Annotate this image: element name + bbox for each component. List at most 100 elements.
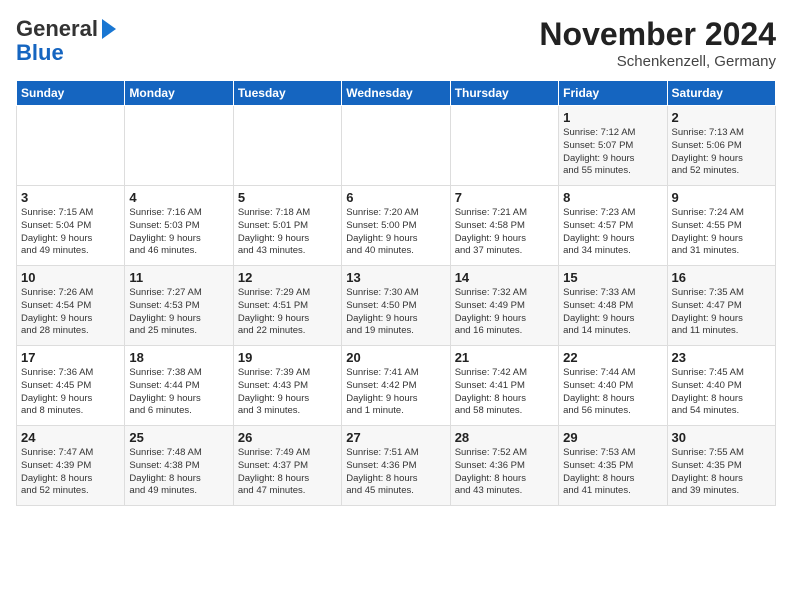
- day-info: Sunrise: 7:52 AM Sunset: 4:36 PM Dayligh…: [455, 447, 554, 498]
- calendar-cell: 20 Sunrise: 7:41 AM Sunset: 4:42 PM Dayli…: [342, 346, 450, 426]
- weekday-header-thursday: Thursday: [450, 81, 558, 106]
- calendar-title: November 2024: [539, 16, 776, 53]
- day-number: 11: [129, 270, 228, 285]
- week-row-3: 10Sunrise: 7:26 AM Sunset: 4:54 PM Dayli…: [17, 266, 776, 346]
- day-number: 14: [455, 270, 554, 285]
- calendar-cell: 19 Sunrise: 7:39 AM Sunset: 4:43 PM Dayli…: [233, 346, 341, 426]
- calendar-cell: 3Sunrise: 7:15 AM Sunset: 5:04 PM Daylig…: [17, 186, 125, 266]
- calendar-cell: 21 Sunrise: 7:42 AM Sunset: 4:41 PM Dayli…: [450, 346, 558, 426]
- calendar-cell: [450, 106, 558, 186]
- calendar-cell: [17, 106, 125, 186]
- calendar-cell: 2 Sunrise: 7:13 AM Sunset: 5:06 PM Daylig…: [667, 106, 775, 186]
- calendar-subtitle: Schenkenzell, Germany: [539, 53, 776, 70]
- calendar-cell: 6 Sunrise: 7:20 AM Sunset: 5:00 PM Daylig…: [342, 186, 450, 266]
- day-number: 12: [238, 270, 337, 285]
- day-number: 10: [21, 270, 120, 285]
- day-number: 16: [672, 270, 771, 285]
- day-info: Sunrise: 7:18 AM Sunset: 5:01 PM Dayligh…: [238, 207, 337, 258]
- day-number: 5: [238, 190, 337, 205]
- calendar-cell: 27 Sunrise: 7:51 AM Sunset: 4:36 PM Dayli…: [342, 426, 450, 506]
- calendar-cell: [233, 106, 341, 186]
- day-info: Sunrise: 7:15 AM Sunset: 5:04 PM Dayligh…: [21, 207, 120, 258]
- day-info: Sunrise: 7:42 AM Sunset: 4:41 PM Dayligh…: [455, 367, 554, 418]
- day-number: 29: [563, 430, 662, 445]
- day-number: 20: [346, 350, 445, 365]
- calendar-cell: 29 Sunrise: 7:53 AM Sunset: 4:35 PM Dayli…: [559, 426, 667, 506]
- title-block: November 2024 Schenkenzell, Germany: [539, 16, 776, 70]
- calendar-cell: 15Sunrise: 7:33 AM Sunset: 4:48 PM Dayli…: [559, 266, 667, 346]
- day-info: Sunrise: 7:21 AM Sunset: 4:58 PM Dayligh…: [455, 207, 554, 258]
- weekday-header-saturday: Saturday: [667, 81, 775, 106]
- logo: General Blue: [16, 16, 116, 64]
- day-info: Sunrise: 7:13 AM Sunset: 5:06 PM Dayligh…: [672, 127, 771, 178]
- weekday-header-row: SundayMondayTuesdayWednesdayThursdayFrid…: [17, 81, 776, 106]
- calendar-cell: 4 Sunrise: 7:16 AM Sunset: 5:03 PM Daylig…: [125, 186, 233, 266]
- day-number: 21: [455, 350, 554, 365]
- day-info: Sunrise: 7:53 AM Sunset: 4:35 PM Dayligh…: [563, 447, 662, 498]
- calendar-cell: 28 Sunrise: 7:52 AM Sunset: 4:36 PM Dayli…: [450, 426, 558, 506]
- day-number: 6: [346, 190, 445, 205]
- day-info: Sunrise: 7:16 AM Sunset: 5:03 PM Dayligh…: [129, 207, 228, 258]
- day-number: 25: [129, 430, 228, 445]
- day-number: 13: [346, 270, 445, 285]
- day-info: Sunrise: 7:29 AM Sunset: 4:51 PM Dayligh…: [238, 287, 337, 338]
- weekday-header-friday: Friday: [559, 81, 667, 106]
- day-info: Sunrise: 7:20 AM Sunset: 5:00 PM Dayligh…: [346, 207, 445, 258]
- day-info: Sunrise: 7:38 AM Sunset: 4:44 PM Dayligh…: [129, 367, 228, 418]
- weekday-header-sunday: Sunday: [17, 81, 125, 106]
- day-number: 2: [672, 110, 771, 125]
- week-row-1: 1Sunrise: 7:12 AM Sunset: 5:07 PM Daylig…: [17, 106, 776, 186]
- calendar-cell: 16 Sunrise: 7:35 AM Sunset: 4:47 PM Dayli…: [667, 266, 775, 346]
- calendar-body: 1Sunrise: 7:12 AM Sunset: 5:07 PM Daylig…: [17, 106, 776, 506]
- calendar-cell: 23 Sunrise: 7:45 AM Sunset: 4:40 PM Dayli…: [667, 346, 775, 426]
- logo-general: General: [16, 16, 98, 42]
- day-info: Sunrise: 7:48 AM Sunset: 4:38 PM Dayligh…: [129, 447, 228, 498]
- calendar-cell: 30 Sunrise: 7:55 AM Sunset: 4:35 PM Dayli…: [667, 426, 775, 506]
- day-number: 27: [346, 430, 445, 445]
- day-info: Sunrise: 7:41 AM Sunset: 4:42 PM Dayligh…: [346, 367, 445, 418]
- day-number: 22: [563, 350, 662, 365]
- day-info: Sunrise: 7:23 AM Sunset: 4:57 PM Dayligh…: [563, 207, 662, 258]
- day-info: Sunrise: 7:51 AM Sunset: 4:36 PM Dayligh…: [346, 447, 445, 498]
- calendar-cell: 9Sunrise: 7:24 AM Sunset: 4:55 PM Daylig…: [667, 186, 775, 266]
- day-number: 28: [455, 430, 554, 445]
- calendar-cell: [342, 106, 450, 186]
- calendar-cell: 22Sunrise: 7:44 AM Sunset: 4:40 PM Dayli…: [559, 346, 667, 426]
- calendar-table: SundayMondayTuesdayWednesdayThursdayFrid…: [16, 80, 776, 506]
- day-info: Sunrise: 7:55 AM Sunset: 4:35 PM Dayligh…: [672, 447, 771, 498]
- day-number: 9: [672, 190, 771, 205]
- day-number: 19: [238, 350, 337, 365]
- calendar-cell: 11 Sunrise: 7:27 AM Sunset: 4:53 PM Dayli…: [125, 266, 233, 346]
- calendar-cell: 17Sunrise: 7:36 AM Sunset: 4:45 PM Dayli…: [17, 346, 125, 426]
- day-number: 7: [455, 190, 554, 205]
- week-row-2: 3Sunrise: 7:15 AM Sunset: 5:04 PM Daylig…: [17, 186, 776, 266]
- week-row-5: 24Sunrise: 7:47 AM Sunset: 4:39 PM Dayli…: [17, 426, 776, 506]
- day-number: 23: [672, 350, 771, 365]
- page-header: General Blue November 2024 Schenkenzell,…: [16, 16, 776, 70]
- day-info: Sunrise: 7:39 AM Sunset: 4:43 PM Dayligh…: [238, 367, 337, 418]
- calendar-cell: 5 Sunrise: 7:18 AM Sunset: 5:01 PM Daylig…: [233, 186, 341, 266]
- calendar-cell: 18Sunrise: 7:38 AM Sunset: 4:44 PM Dayli…: [125, 346, 233, 426]
- weekday-header-wednesday: Wednesday: [342, 81, 450, 106]
- calendar-cell: 8 Sunrise: 7:23 AM Sunset: 4:57 PM Daylig…: [559, 186, 667, 266]
- calendar-cell: [125, 106, 233, 186]
- calendar-cell: 1Sunrise: 7:12 AM Sunset: 5:07 PM Daylig…: [559, 106, 667, 186]
- calendar-cell: 24Sunrise: 7:47 AM Sunset: 4:39 PM Dayli…: [17, 426, 125, 506]
- calendar-cell: 25 Sunrise: 7:48 AM Sunset: 4:38 PM Dayli…: [125, 426, 233, 506]
- day-info: Sunrise: 7:45 AM Sunset: 4:40 PM Dayligh…: [672, 367, 771, 418]
- calendar-cell: 26Sunrise: 7:49 AM Sunset: 4:37 PM Dayli…: [233, 426, 341, 506]
- calendar-cell: 7 Sunrise: 7:21 AM Sunset: 4:58 PM Daylig…: [450, 186, 558, 266]
- day-info: Sunrise: 7:27 AM Sunset: 4:53 PM Dayligh…: [129, 287, 228, 338]
- day-number: 8: [563, 190, 662, 205]
- calendar-cell: 13Sunrise: 7:30 AM Sunset: 4:50 PM Dayli…: [342, 266, 450, 346]
- day-number: 15: [563, 270, 662, 285]
- weekday-header-monday: Monday: [125, 81, 233, 106]
- day-info: Sunrise: 7:35 AM Sunset: 4:47 PM Dayligh…: [672, 287, 771, 338]
- day-number: 30: [672, 430, 771, 445]
- calendar-cell: 12 Sunrise: 7:29 AM Sunset: 4:51 PM Dayli…: [233, 266, 341, 346]
- weekday-header-tuesday: Tuesday: [233, 81, 341, 106]
- day-number: 24: [21, 430, 120, 445]
- calendar-cell: 10Sunrise: 7:26 AM Sunset: 4:54 PM Dayli…: [17, 266, 125, 346]
- day-number: 4: [129, 190, 228, 205]
- day-info: Sunrise: 7:49 AM Sunset: 4:37 PM Dayligh…: [238, 447, 337, 498]
